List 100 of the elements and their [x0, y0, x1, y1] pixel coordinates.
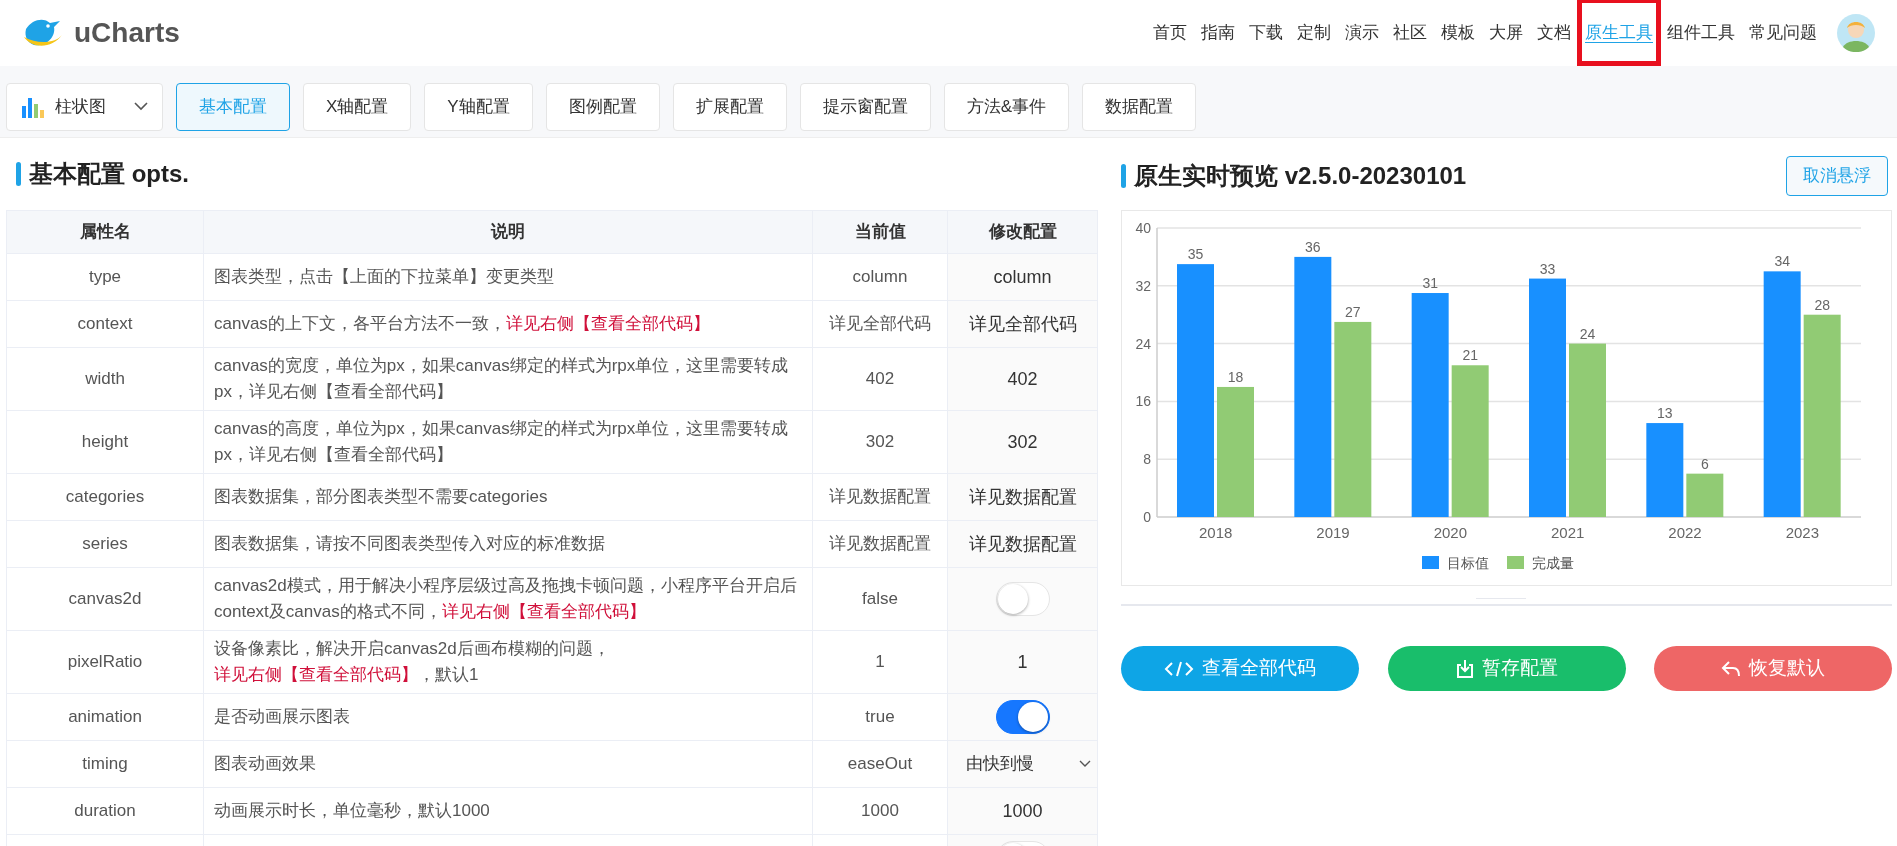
nav-link[interactable]: 演示 — [1345, 20, 1379, 46]
config-tab[interactable]: X轴配置 — [303, 82, 412, 131]
property-name: categories — [65, 487, 145, 507]
description-text: 设备像素比，解决开启canvas2d后画布模糊的问题， 详见右侧【查看全部代码】，默认1 — [214, 638, 611, 686]
nav-link[interactable]: 模板 — [1441, 20, 1475, 46]
bar-chart-icon — [21, 95, 45, 118]
setting-value[interactable]: 1 — [1017, 648, 1028, 676]
property-name: series — [82, 534, 128, 554]
toggle-switch[interactable] — [995, 700, 1050, 734]
current-value: 1 — [875, 652, 885, 672]
x-tick-label: 2023 — [1785, 524, 1819, 541]
current-value: 详见数据配置 — [829, 534, 931, 554]
title-accent-bar — [16, 162, 21, 186]
nav-link[interactable]: 社区 — [1393, 20, 1427, 46]
data-label: 27 — [1345, 303, 1361, 320]
description-text: 图表数据集，部分图表类型不需要categories — [214, 486, 549, 508]
description-text: canvas的上下文，各平台方法不一致，详见右侧【查看全部代码】 — [214, 313, 711, 335]
current-value: 详见全部代码 — [829, 314, 931, 334]
column-header: 当前值 — [854, 222, 906, 242]
code-link[interactable]: 详见右侧【查看全部代码】 — [214, 665, 418, 684]
description-text: 图表数据集，请按不同图表类型传入对应的标准数据 — [214, 533, 606, 555]
description-text: 动画展示时长，单位毫秒，默认1000 — [214, 800, 491, 822]
y-tick-label: 8 — [1143, 451, 1151, 468]
config-tab[interactable]: 方法&事件 — [943, 82, 1070, 131]
setting-value[interactable]: 402 — [1007, 365, 1038, 393]
x-tick-label: 2021 — [1551, 524, 1585, 541]
current-value: easeOut — [847, 754, 913, 774]
column-header: 修改配置 — [988, 222, 1057, 242]
data-label: 35 — [1187, 246, 1204, 263]
reply-icon — [1721, 659, 1741, 678]
description-text: 是否动画展示图表 — [214, 706, 351, 728]
code-link[interactable]: 详见右侧【查看全部代码】 — [441, 602, 646, 621]
current-value: column — [852, 267, 908, 287]
nav-link[interactable]: 文档 — [1537, 20, 1571, 46]
property-name: width — [85, 369, 125, 389]
logo-text: uCharts — [74, 16, 180, 50]
data-label: 18 — [1227, 368, 1244, 385]
column-header: 属性名 — [79, 222, 131, 242]
code-icon — [1164, 659, 1194, 678]
nav-link[interactable]: 首页 — [1153, 20, 1187, 46]
legend-label: 目标值 — [1447, 555, 1489, 571]
current-value: true — [865, 707, 895, 727]
y-tick-label: 40 — [1135, 220, 1151, 236]
nav-link[interactable]: 大屏 — [1489, 20, 1523, 46]
nav-link[interactable]: 定制 — [1297, 20, 1331, 46]
property-name: type — [88, 267, 122, 287]
chevron-down-icon — [1079, 760, 1091, 768]
legend-label: 完成量 — [1532, 555, 1574, 571]
x-tick-label: 2018 — [1199, 524, 1233, 541]
data-label: 24 — [1579, 325, 1596, 342]
y-tick-label: 16 — [1135, 393, 1151, 410]
chart-type-select[interactable]: 柱状图 — [6, 82, 163, 131]
x-tick-label: 2022 — [1668, 524, 1702, 541]
column-header: 说明 — [491, 222, 525, 242]
current-value: false — [862, 589, 898, 609]
current-value: 1000 — [861, 801, 899, 821]
property-name: timing — [82, 754, 128, 774]
config-tab[interactable]: 提示窗配置 — [799, 82, 931, 131]
preview-title: 原生实时预览 v2.5.0-20230101 — [1134, 161, 1467, 191]
download-icon — [1455, 658, 1474, 679]
data-label: 36 — [1305, 238, 1321, 255]
data-label: 31 — [1422, 275, 1438, 291]
y-tick-label: 0 — [1143, 509, 1151, 525]
setting-value[interactable]: 1000 — [1002, 797, 1043, 825]
property-name: height — [81, 432, 129, 452]
config-tab[interactable]: 扩展配置 — [672, 82, 787, 131]
config-tab[interactable]: 数据配置 — [1082, 82, 1197, 131]
data-label: 21 — [1462, 347, 1478, 364]
property-name: pixelRatio — [67, 652, 143, 672]
property-name: context — [77, 314, 133, 334]
data-label: 28 — [1814, 296, 1830, 313]
description-text: canvas2d模式，用于解决小程序层级过高及拖拽卡顿问题，小程序平台开启后context及canvas的格式不同，详见右侧【查看全部代码】 — [214, 575, 798, 623]
property-name: duration — [74, 801, 136, 821]
description-text: canvas的宽度，单位为px，如果canvas绑定的样式为rpx单位，这里需要转成px，详见右侧【查看全部代码】 — [214, 355, 790, 403]
current-value: 详见数据配置 — [829, 487, 931, 507]
nav-link[interactable]: 常见问题 — [1749, 20, 1817, 46]
data-label: 13 — [1657, 405, 1673, 422]
chevron-down-icon — [134, 102, 148, 111]
current-value: 302 — [865, 432, 895, 452]
y-tick-label: 24 — [1135, 335, 1151, 352]
current-value: 402 — [865, 369, 895, 389]
code-link[interactable]: 详见右侧【查看全部代码】 — [505, 314, 710, 333]
section-title: 基本配置 opts. — [29, 159, 189, 189]
title-accent-bar — [1121, 164, 1126, 188]
avatar-icon[interactable] — [1837, 14, 1875, 52]
config-tab[interactable]: 图例配置 — [545, 82, 660, 131]
nav-link[interactable]: 下载 — [1249, 20, 1283, 46]
chart-type-label: 柱状图 — [55, 95, 106, 118]
config-tab[interactable]: Y轴配置 — [424, 82, 533, 131]
nav-link[interactable]: 组件工具 — [1667, 20, 1735, 46]
y-tick-label: 32 — [1135, 277, 1151, 294]
data-label: 33 — [1539, 260, 1556, 277]
bar — [1686, 473, 1724, 517]
description-text: 图表类型，点击【上面的下拉菜单】变更类型 — [214, 266, 555, 288]
nav-link[interactable]: 指南 — [1201, 20, 1235, 46]
property-name: animation — [68, 707, 142, 727]
setting-value[interactable]: 302 — [1007, 428, 1038, 456]
property-name: canvas2d — [68, 589, 142, 609]
data-label: 34 — [1774, 253, 1790, 270]
data-label: 6 — [1700, 455, 1709, 472]
